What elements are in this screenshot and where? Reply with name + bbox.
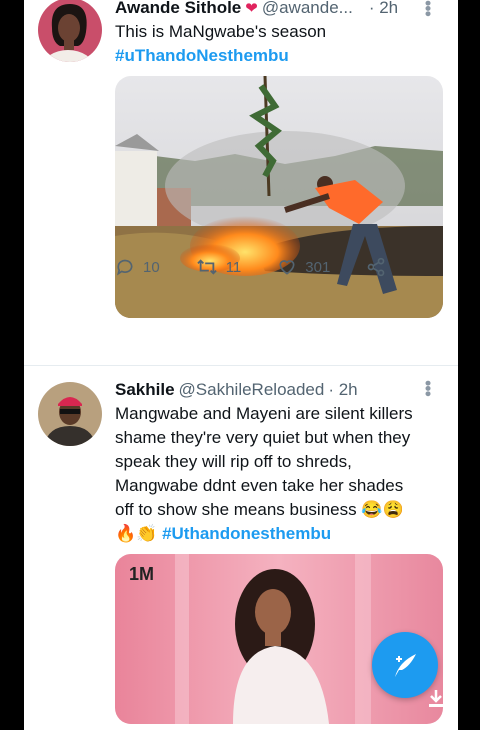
fire-scene-image (115, 76, 443, 318)
reply-icon (117, 259, 133, 276)
handle[interactable]: @awande... (262, 0, 353, 18)
retweet-count: 11 (225, 258, 242, 276)
tweet-photo[interactable] (115, 76, 443, 318)
reply-button[interactable]: 10 (115, 257, 160, 277)
handle[interactable]: @SakhileReloaded (179, 380, 325, 400)
tweet-header: Sakhile @SakhileReloaded · 2h (115, 380, 358, 400)
tweet-text: Mangwabe and Mayeni are silent killers s… (115, 402, 443, 546)
media-logo: 1M (129, 564, 155, 584)
tweet-header: Awande Sithole ❤ @awande... · 2h (115, 0, 398, 18)
download-icon[interactable] (428, 690, 444, 713)
display-name[interactable]: Awande Sithole (115, 0, 241, 18)
compose-feather-icon (395, 654, 416, 677)
timestamp[interactable]: · 2h (369, 0, 398, 18)
like-button[interactable]: 301 (277, 257, 330, 277)
display-name[interactable]: Sakhile (115, 380, 175, 400)
tweet-text-line: shame they're very quiet but when they (115, 428, 411, 447)
tweet-actions: 10 11 301 (115, 257, 422, 277)
tweet-awande[interactable]: Awande Sithole ❤ @awande... · 2h ••• Thi… (24, 0, 458, 372)
share-icon (367, 257, 385, 277)
avatar-awande[interactable] (38, 0, 102, 62)
tweet-text-line: Mangwabe and Mayeni are silent killers (115, 404, 413, 423)
heart-emoji: ❤ (245, 0, 258, 17)
tweet-text: This is MaNgwabe's season #uThandoNesthe… (115, 20, 443, 68)
tweet-text-line: This is MaNgwabe's season (115, 22, 327, 41)
retweet-icon (196, 259, 217, 275)
hashtag-link[interactable]: #Uthandonesthembu (162, 524, 331, 543)
laughing-emoji: 😂😩 (361, 500, 404, 519)
compose-tweet-button[interactable] (372, 632, 438, 698)
more-options-icon[interactable]: ••• (417, 380, 438, 396)
hashtag-link[interactable]: #uThandoNesthembu (115, 44, 443, 68)
retweet-button[interactable]: 11 (196, 257, 242, 277)
timeline: Awande Sithole ❤ @awande... · 2h ••• Thi… (24, 0, 458, 730)
like-count: 301 (305, 258, 331, 276)
more-options-icon[interactable]: ••• (417, 0, 438, 16)
tweet-text-line: off to show she means business (115, 500, 357, 519)
fire-clap-emoji: 🔥👏 (115, 524, 158, 543)
heart-icon (279, 260, 295, 275)
share-button[interactable] (366, 257, 386, 277)
timestamp[interactable]: · 2h (328, 380, 357, 400)
tweet-text-line: Mangwabe ddnt even take her shades (115, 476, 404, 495)
tweet-text-line: speak they will rip off to shreds, (115, 452, 352, 471)
avatar-sakhile[interactable] (38, 382, 102, 446)
reply-count: 10 (143, 258, 160, 276)
